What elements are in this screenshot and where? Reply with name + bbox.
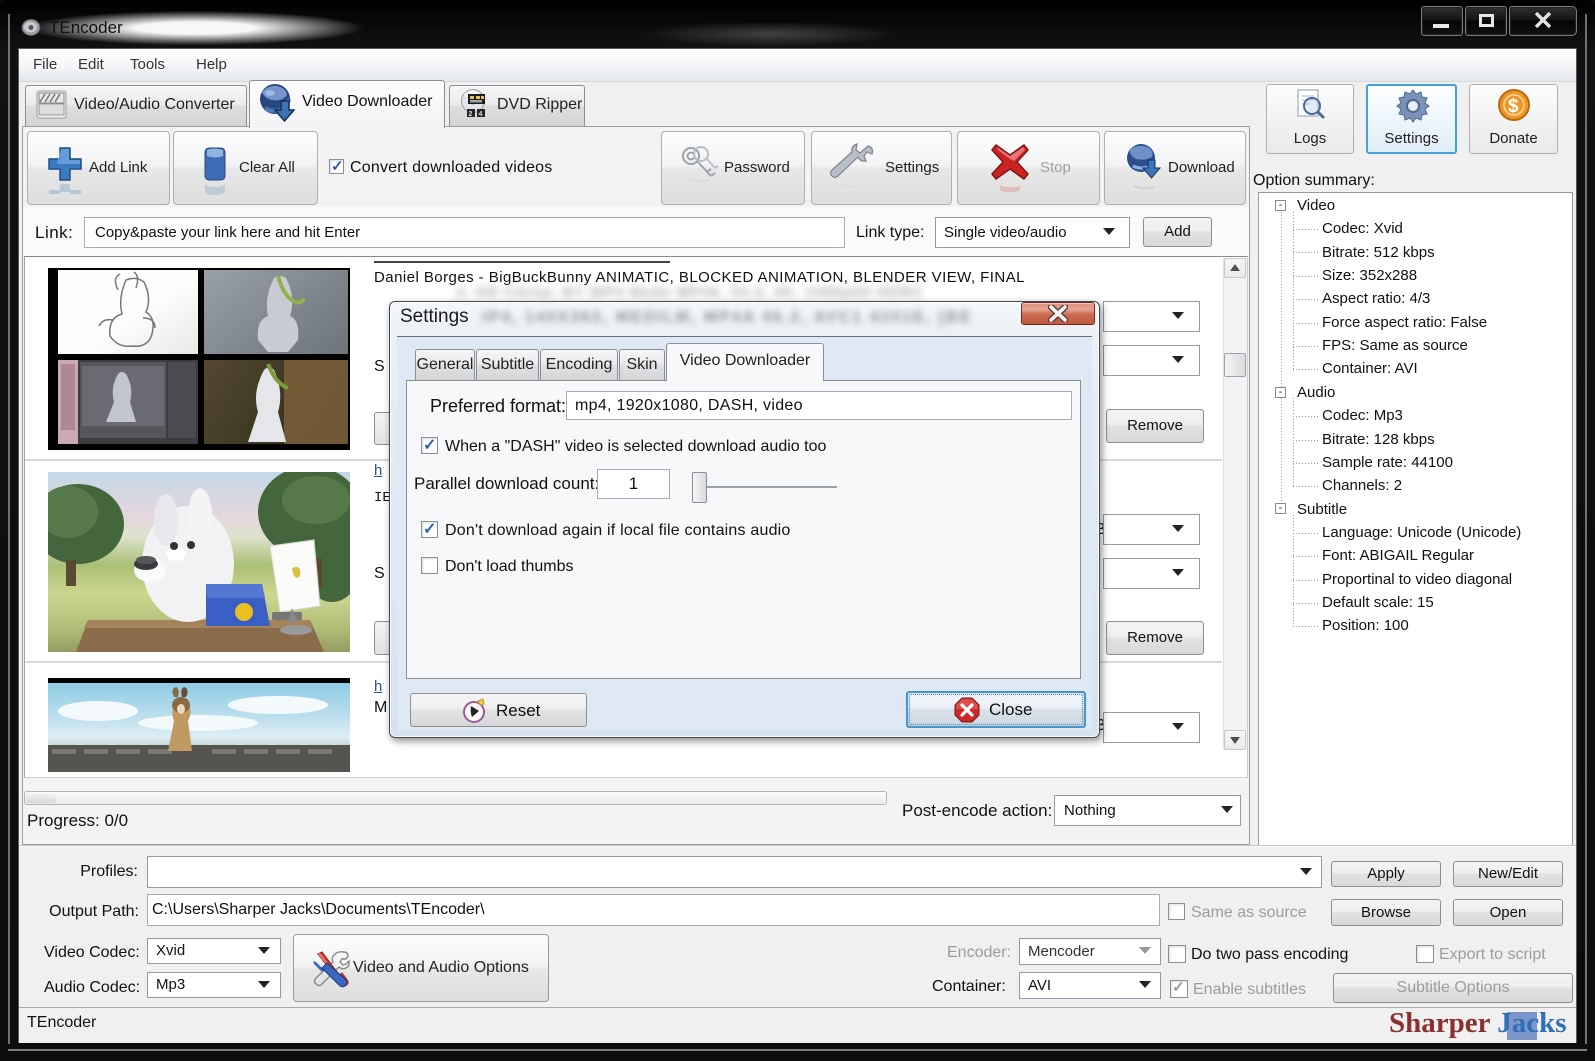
svg-text:2: 2 (469, 111, 473, 118)
svg-text:4: 4 (479, 111, 483, 118)
svg-text:$: $ (1508, 96, 1519, 117)
